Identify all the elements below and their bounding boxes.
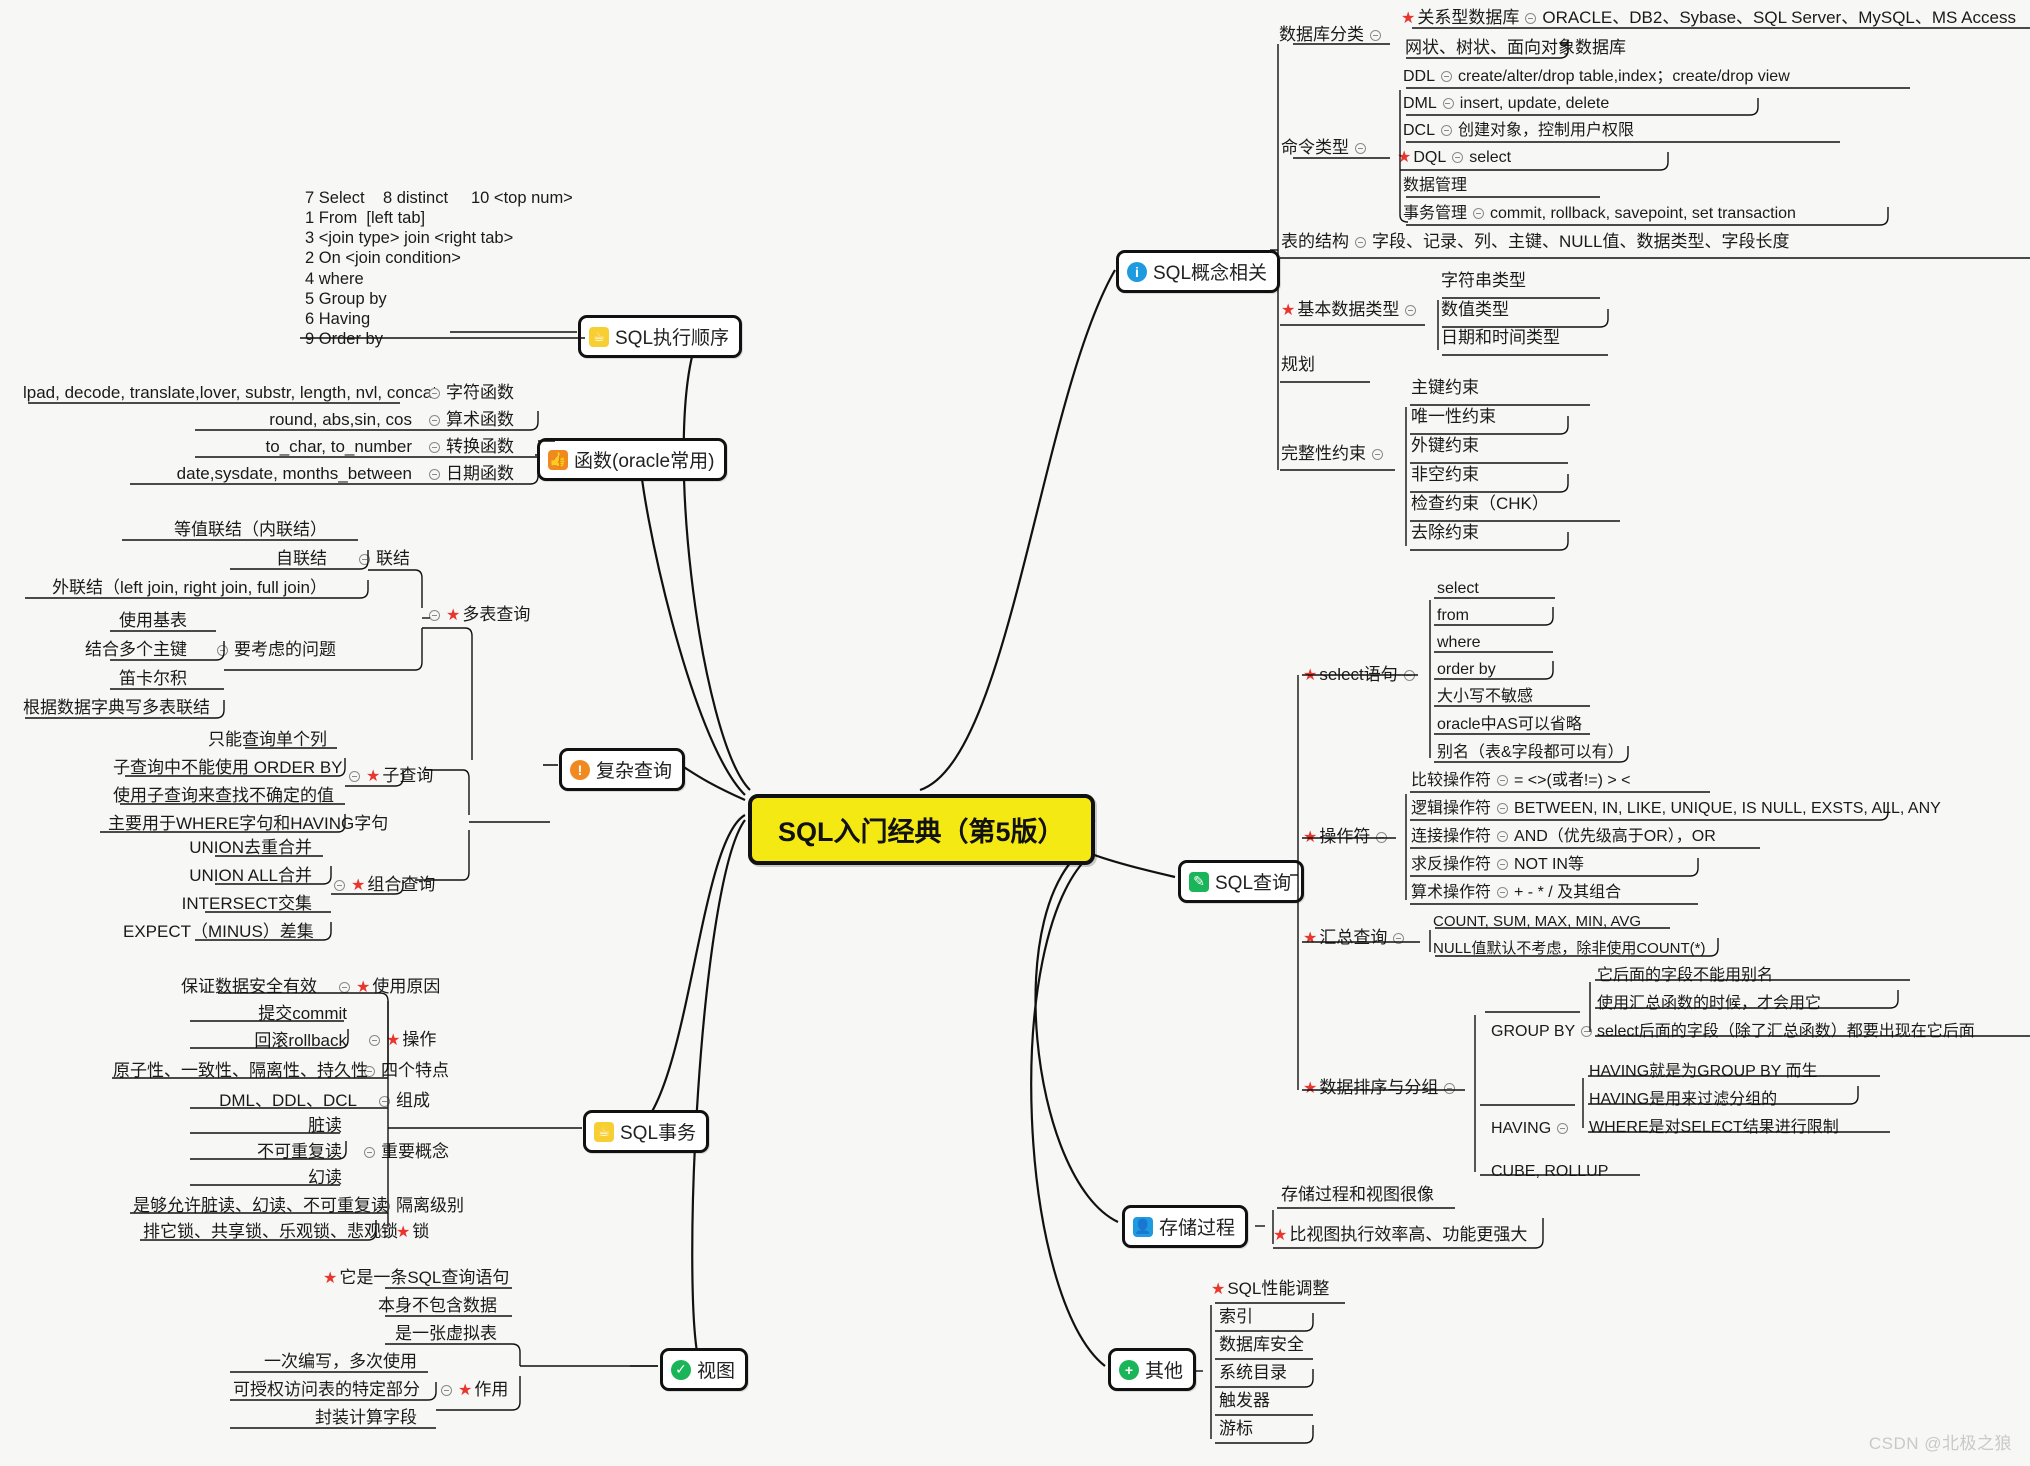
pencil-icon: ✎ <box>1189 871 1209 892</box>
branch-stored-procedure[interactable]: 👤 存储过程 <box>1122 1205 1249 1248</box>
trophy-icon: ☕ <box>589 326 609 347</box>
branch-complex-query-label: 复杂查询 <box>596 761 673 782</box>
person-icon: 👤 <box>1133 1216 1153 1237</box>
branch-stored-procedure-label: 存储过程 <box>1159 1218 1236 1239</box>
branch-exec-order-label: SQL执行顺序 <box>615 328 730 349</box>
functions-tree-lines <box>28 402 555 485</box>
other-lines <box>1195 1302 1345 1444</box>
concepts-lines <box>1270 27 2030 551</box>
branch-view-label: 视图 <box>697 1361 736 1382</box>
branch-sql-concepts-label: SQL概念相关 <box>1153 263 1268 284</box>
subquery-union-lines <box>100 747 550 941</box>
query-lines <box>1290 597 2030 1176</box>
branch-functions[interactable]: 👍 函数(oracle常用) <box>537 438 728 481</box>
watermark: CSDN @北极之狼 <box>1868 1434 2012 1453</box>
branch-sql-query[interactable]: ✎ SQL查询 <box>1178 860 1305 903</box>
info-icon: i <box>1127 261 1147 282</box>
exec-order-underline <box>300 337 585 339</box>
branch-sql-transaction-label: SQL事务 <box>620 1123 697 1144</box>
branch-exec-order[interactable]: ☕ SQL执行顺序 <box>578 315 743 358</box>
plus-circle-icon: + <box>1119 1359 1139 1380</box>
transaction-lines <box>112 992 562 1241</box>
procedure-lines <box>1255 1207 1544 1249</box>
branch-sql-transaction[interactable]: ☕ SQL事务 <box>583 1110 710 1153</box>
branch-functions-label: 函数(oracle常用) <box>574 451 715 472</box>
branch-other[interactable]: + 其他 <box>1108 1348 1197 1391</box>
mindmap-canvas: SQL入门经典（第5版） ☕ SQL执行顺序 7 Select 8 distin… <box>0 0 2030 1466</box>
branch-complex-query[interactable]: ! 复杂查询 <box>559 748 686 791</box>
view-lines <box>230 1287 658 1429</box>
branch-other-label: 其他 <box>1145 1361 1184 1382</box>
branch-sql-query-label: SQL查询 <box>1215 873 1292 894</box>
center-node[interactable]: SQL入门经典（第5版） <box>748 794 1095 865</box>
branch-sql-concepts[interactable]: i SQL概念相关 <box>1116 250 1281 293</box>
